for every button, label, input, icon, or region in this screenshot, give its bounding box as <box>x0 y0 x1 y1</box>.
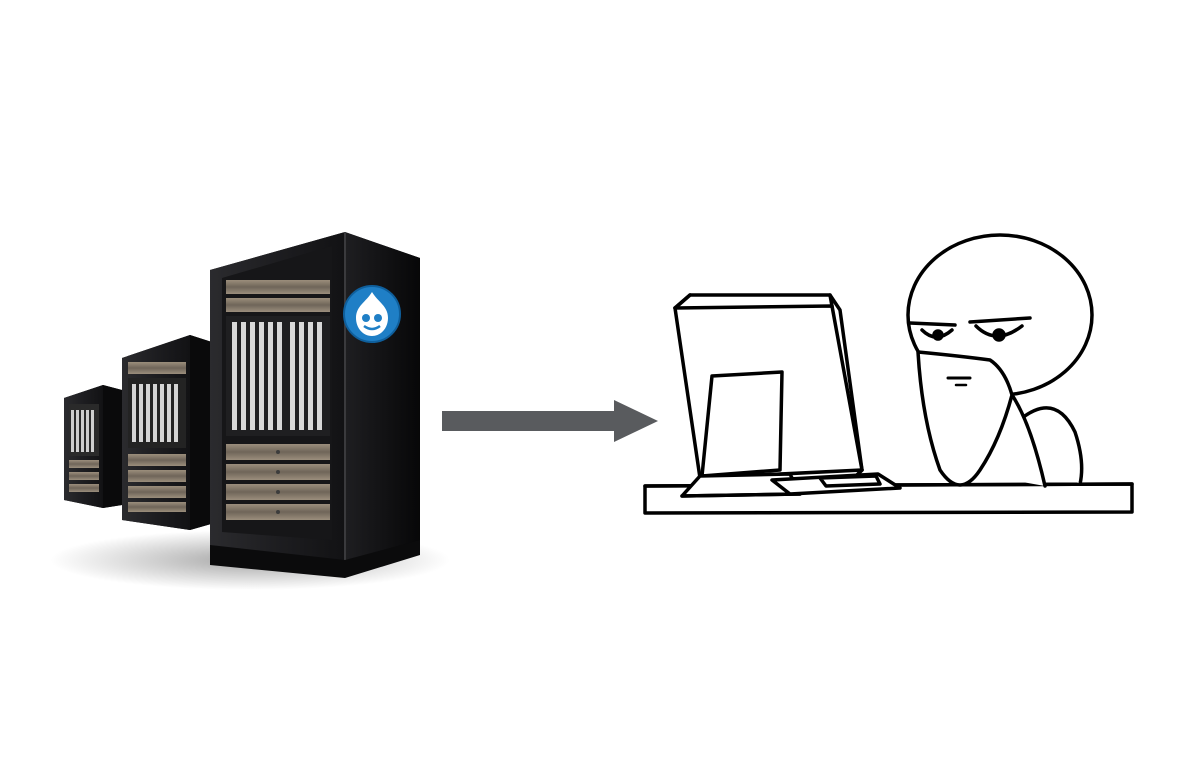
right-arrow-icon <box>442 400 658 442</box>
monitor <box>673 293 864 498</box>
scene-canvas <box>50 232 1134 590</box>
drupal-drop-icon <box>343 285 401 343</box>
servers-group <box>50 232 450 590</box>
illustration <box>0 0 1200 768</box>
person-at-computer <box>643 233 1134 515</box>
server-medium <box>122 335 218 530</box>
server-small <box>64 385 122 508</box>
server-large <box>210 232 420 578</box>
